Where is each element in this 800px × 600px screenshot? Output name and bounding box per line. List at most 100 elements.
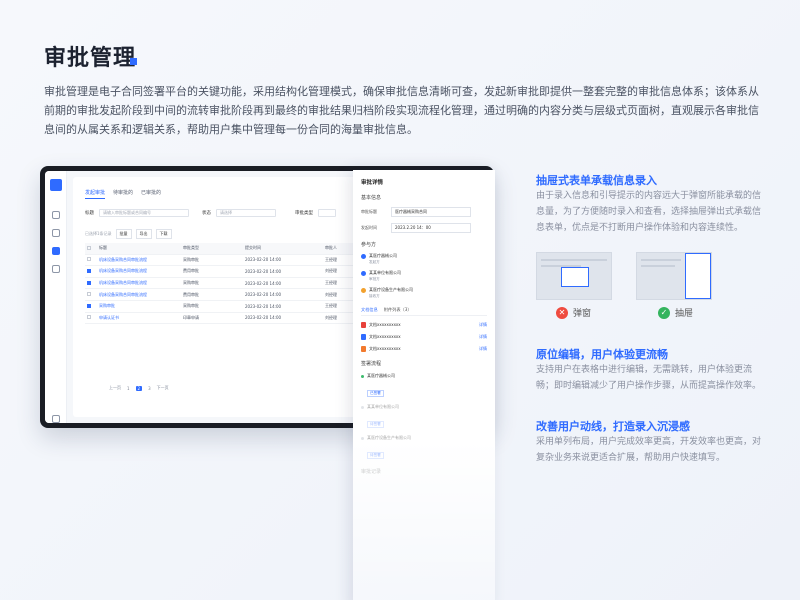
approval-title-input[interactable]: 医疗器械采购合同: [391, 207, 471, 217]
row-title-link[interactable]: 机床设备采购合同审批流程: [99, 268, 183, 274]
row-checkbox[interactable]: [87, 303, 91, 308]
party-name: 某医疗设备生产有限公司: [369, 287, 413, 292]
row-checkbox[interactable]: [87, 257, 91, 262]
row-owner: 刘经理: [325, 314, 337, 320]
row-time: 2023-02-20 14:00: [245, 268, 282, 274]
field-row-time: 发起时间 2023.2.20 14：00: [361, 223, 487, 233]
status-select[interactable]: 请选择: [216, 209, 276, 217]
check-icon: ✓: [658, 306, 670, 319]
popup-label-row: ✕ 弹窗: [556, 306, 591, 319]
tab-attachments[interactable]: 附件列表（3）: [384, 307, 412, 313]
filter-label-status: 状态: [202, 211, 211, 216]
col-type[interactable]: 审批类型: [183, 245, 245, 251]
row-title-link[interactable]: 采购审批: [99, 303, 183, 309]
inbox-icon[interactable]: [52, 229, 60, 237]
flow-status-tag: 已签署: [367, 390, 384, 397]
row-title-link[interactable]: 机床设备采购合同审批流程: [99, 257, 183, 263]
record-heading: 审批记录: [361, 469, 382, 475]
modal-shape: [561, 267, 589, 287]
party-role: 发起方: [369, 260, 380, 264]
row-type: 费用审批: [183, 268, 199, 274]
pagination: 上一页 1 2 3 下一页: [109, 385, 169, 391]
popup-label: 弹窗: [573, 309, 592, 319]
flow-list: 某医疗器械公司 已签署 某某单位有限公司 待签署 某医疗设备生产有限公司 待签署: [361, 373, 487, 460]
row-type: 采购审批: [183, 303, 199, 309]
row-checkbox[interactable]: [87, 268, 91, 273]
file-list: 文档xxxxxxxxxx 详情 文档xxxxxxxxxx 详情 文档xxxxxxxxxx…: [361, 322, 487, 352]
document-icon: [361, 322, 366, 328]
feature-desc-2: 支持用户在表格中进行编辑，无需跳转，用户体验更流畅；即时编辑减少了用户操作步骤，…: [536, 365, 762, 391]
batch-button[interactable]: 批量: [115, 229, 132, 239]
collapse-icon[interactable]: [52, 415, 60, 423]
field-label: 发起时间: [361, 225, 377, 230]
filter-label-type: 审批类型: [295, 211, 313, 216]
page-1[interactable]: 1: [127, 386, 130, 391]
side-rail: [45, 171, 67, 423]
row-checkbox[interactable]: [87, 292, 91, 297]
popup-illustration: [536, 252, 612, 300]
next-page[interactable]: 下一页: [157, 385, 169, 391]
row-title-link[interactable]: 机床设备采购合同审批流程: [99, 292, 183, 298]
file-item: 文档xxxxxxxxxx 详情: [361, 334, 487, 340]
file-item: 文档xxxxxxxxxx 详情: [361, 346, 487, 352]
prev-page[interactable]: 上一页: [109, 385, 121, 391]
download-button[interactable]: 下载: [155, 229, 172, 239]
page-3[interactable]: 3: [148, 386, 151, 391]
file-detail-link[interactable]: 详情: [479, 322, 487, 328]
row-time: 2023-02-20 14:00: [245, 257, 282, 263]
status-dot-icon: [361, 436, 364, 440]
col-time[interactable]: 提交时间: [245, 245, 325, 251]
flow-item: 某医疗设备生产有限公司 待签署: [361, 435, 487, 460]
title-accent-dot: [130, 58, 137, 65]
row-checkbox[interactable]: [87, 280, 91, 285]
flow-item: 某某单位有限公司 待签署: [361, 404, 487, 429]
lock-icon[interactable]: [52, 265, 60, 273]
flow-status-tag: 待签署: [367, 452, 384, 459]
feature-desc-3: 采用单列布局，用户完成效率更高，开发效率也更高，对复杂业务来说更适合扩展，帮助用…: [536, 437, 762, 463]
row-title-link[interactable]: 机床设备采购合同审批流程: [99, 280, 183, 286]
row-type: 印章申请: [183, 314, 199, 320]
page-description: 审批管理是电子合同签署平台的关键功能，采用结构化管理模式，确保审批信息清晰可查，…: [44, 85, 759, 136]
col-title[interactable]: 标题: [99, 245, 183, 251]
tab-pending[interactable]: 待审批的: [113, 189, 133, 199]
row-time: 2023-02-20 14:00: [245, 280, 282, 286]
file-detail-link[interactable]: 详情: [479, 346, 487, 352]
export-button[interactable]: 导出: [135, 229, 152, 239]
flow-party-name: 某某单位有限公司: [367, 404, 399, 409]
flow-item: 某医疗器械公司 已签署: [361, 373, 487, 398]
home-icon[interactable]: [52, 211, 60, 219]
field-label: 审批标题: [361, 209, 377, 214]
party-role: 接收方: [369, 294, 380, 298]
page-title: 审批管理: [44, 46, 137, 71]
page-2[interactable]: 2: [135, 385, 143, 391]
file-detail-link[interactable]: 详情: [479, 334, 487, 340]
row-owner: 王经理: [325, 303, 337, 309]
row-title-link[interactable]: 申请认证书: [99, 315, 183, 321]
app-logo-icon[interactable]: [50, 179, 62, 191]
status-dot-icon: [361, 374, 364, 378]
file-name: 文档xxxxxxxxxx: [369, 334, 401, 339]
row-owner: 王经理: [325, 280, 337, 286]
approval-icon[interactable]: [52, 247, 60, 255]
party-index-icon: [361, 287, 366, 293]
flow-heading: 签署流程: [361, 361, 382, 367]
tab-approved[interactable]: 已审批的: [141, 189, 161, 199]
feature-title-2: 原位编辑，用户体验更流畅: [536, 348, 668, 361]
tab-bar: 发起审批 待审批的 已审批的: [85, 189, 161, 199]
tab-initiated[interactable]: 发起审批: [85, 189, 106, 199]
tab-files[interactable]: 文档信息: [361, 307, 378, 313]
title-search-input[interactable]: 请输入审批标题或合同编号: [99, 209, 189, 217]
initiated-time-input[interactable]: 2023.2.20 14：00: [391, 223, 471, 233]
select-all-checkbox[interactable]: [87, 245, 91, 250]
drawer-label-row: ✓ 抽屉: [658, 306, 693, 319]
party-role: 审批方: [369, 277, 380, 281]
table-toolbar: 已选择1条记录 批量 导出 下载: [85, 229, 172, 239]
col-owner[interactable]: 审批人: [325, 245, 355, 251]
type-select[interactable]: [318, 209, 336, 217]
row-checkbox[interactable]: [87, 315, 91, 320]
feature-desc-1: 由于录入信息和引导提示的内容远大于弹窗所能承载的信息量，为了方便随时录入和查看，…: [536, 191, 762, 233]
party-list: 某医疗器械公司 发起方 某某单位有限公司 审批方 某医疗设备生产有限公司 接收方: [361, 253, 487, 299]
row-type: 采购审批: [183, 280, 199, 286]
file-item: 文档xxxxxxxxxx 详情: [361, 322, 487, 328]
party-heading: 参与方: [361, 242, 377, 248]
